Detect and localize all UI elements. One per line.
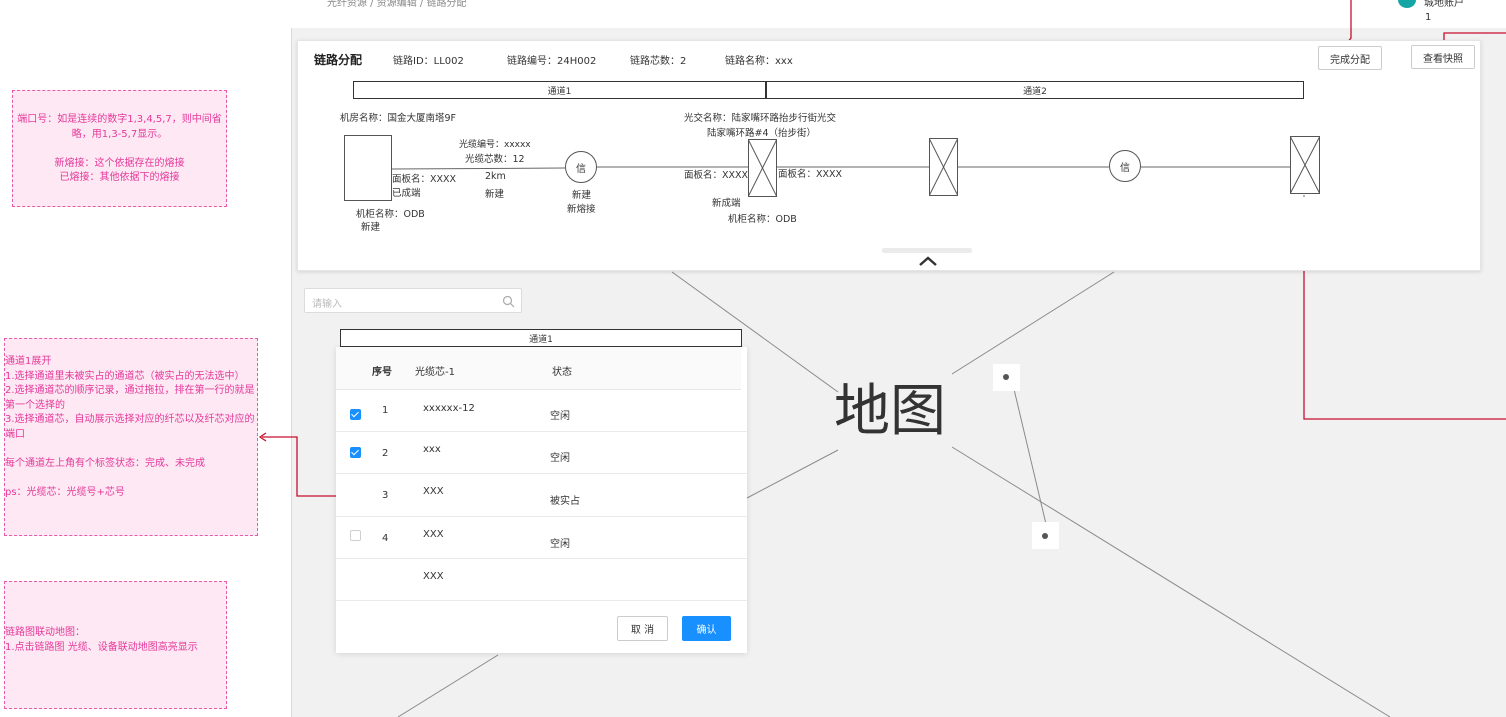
row-status: 空闲 — [550, 539, 570, 550]
row-core: XXX — [423, 486, 444, 497]
row-core: XXX — [423, 571, 444, 582]
row-no: 3 — [382, 490, 389, 501]
room-name: 机房名称：国金大厦南塔9F — [340, 113, 457, 124]
row-no: 2 — [382, 448, 389, 459]
cross-name-2: 陆家嘴环路#4（抬步街） — [707, 128, 817, 139]
splice-symbol-2: 信 — [1120, 162, 1130, 174]
map-node-1[interactable] — [993, 364, 1020, 391]
cross-box-1[interactable] — [748, 139, 777, 197]
panel-channel-label: 通道1 — [340, 329, 742, 347]
row-checkbox[interactable] — [350, 530, 361, 541]
cross-box-2[interactable] — [929, 138, 958, 196]
panel-mid-right: 面板名：XXXX — [778, 169, 843, 180]
cabinet-mid: 机柜名称：ODB — [728, 214, 797, 225]
page: 光纤资源 / 资源编辑 / 链路分配 城地账户 1 端口号：如是连续的数字1,3… — [0, 0, 1506, 717]
row-no: 4 — [382, 533, 389, 544]
cable-core-count: 光缆芯数：12 — [465, 154, 525, 165]
splice-new: 新建 — [572, 190, 592, 201]
splice-new-fusion: 新熔接 — [567, 204, 596, 215]
cable-length: 2km — [485, 171, 506, 182]
row-checkbox[interactable] — [350, 409, 361, 420]
table-row[interactable]: 4 XXX 空闲 — [336, 517, 747, 559]
col-header-status: 状态 — [552, 367, 572, 378]
col-header-no: 序号 — [372, 367, 392, 378]
cabinet-left-status: 新建 — [361, 222, 381, 233]
collapse-bar[interactable] — [882, 248, 972, 253]
cable-new: 新建 — [485, 189, 505, 200]
panel-left: 面板名：XXXX — [392, 174, 457, 185]
table-header: 序号 光缆芯-1 状态 — [336, 347, 741, 390]
panel-mid-left: 面板名：XXXX — [684, 170, 749, 181]
formed-left: 已成端 — [392, 188, 421, 199]
splice-symbol-1: 信 — [576, 163, 586, 175]
search-input[interactable]: 请输入 — [304, 288, 522, 313]
table-row[interactable]: 1 xxxxxx-12 空闲 — [336, 390, 747, 432]
table-row[interactable]: 2 xxx 空闲 — [336, 432, 747, 474]
cross-box-3[interactable] — [1290, 136, 1320, 194]
cancel-button[interactable]: 取 消 — [617, 616, 668, 641]
row-status: 空闲 — [550, 453, 570, 464]
formed-mid: 新成端 — [712, 198, 741, 209]
splice-closure-2[interactable]: 信 — [1109, 150, 1141, 182]
row-status: 空闲 — [550, 411, 570, 422]
cable-number: 光缆编号：xxxxx — [459, 140, 531, 150]
chevron-up-icon[interactable] — [917, 254, 939, 268]
cross-name: 光交名称：陆家嘴环路抬步行街光交 — [684, 113, 837, 124]
map-node-2[interactable] — [1032, 522, 1059, 549]
row-no: 1 — [382, 405, 389, 416]
search-placeholder: 请输入 — [312, 299, 342, 310]
cabinet-left-name: 机柜名称：ODB — [356, 209, 425, 220]
row-core: xxxxxx-12 — [423, 403, 475, 414]
confirm-button[interactable]: 确认 — [682, 616, 731, 641]
splice-closure-1[interactable]: 信 — [565, 151, 597, 183]
table-row: XXX — [336, 559, 747, 601]
row-core: XXX — [423, 529, 444, 540]
channel-core-panel: 序号 光缆芯-1 状态 1 xxxxxx-12 空闲 2 xxx 空闲 3 XX… — [336, 347, 747, 653]
row-checkbox[interactable] — [350, 447, 361, 458]
row-status: 被实占 — [550, 496, 580, 507]
table-row: 3 XXX 被实占 — [336, 474, 747, 517]
row-core: xxx — [423, 444, 441, 455]
cabinet-left[interactable] — [344, 135, 392, 201]
search-icon[interactable] — [502, 295, 515, 308]
col-header-core: 光缆芯-1 — [415, 367, 455, 378]
map-label: 地图 — [834, 379, 946, 444]
